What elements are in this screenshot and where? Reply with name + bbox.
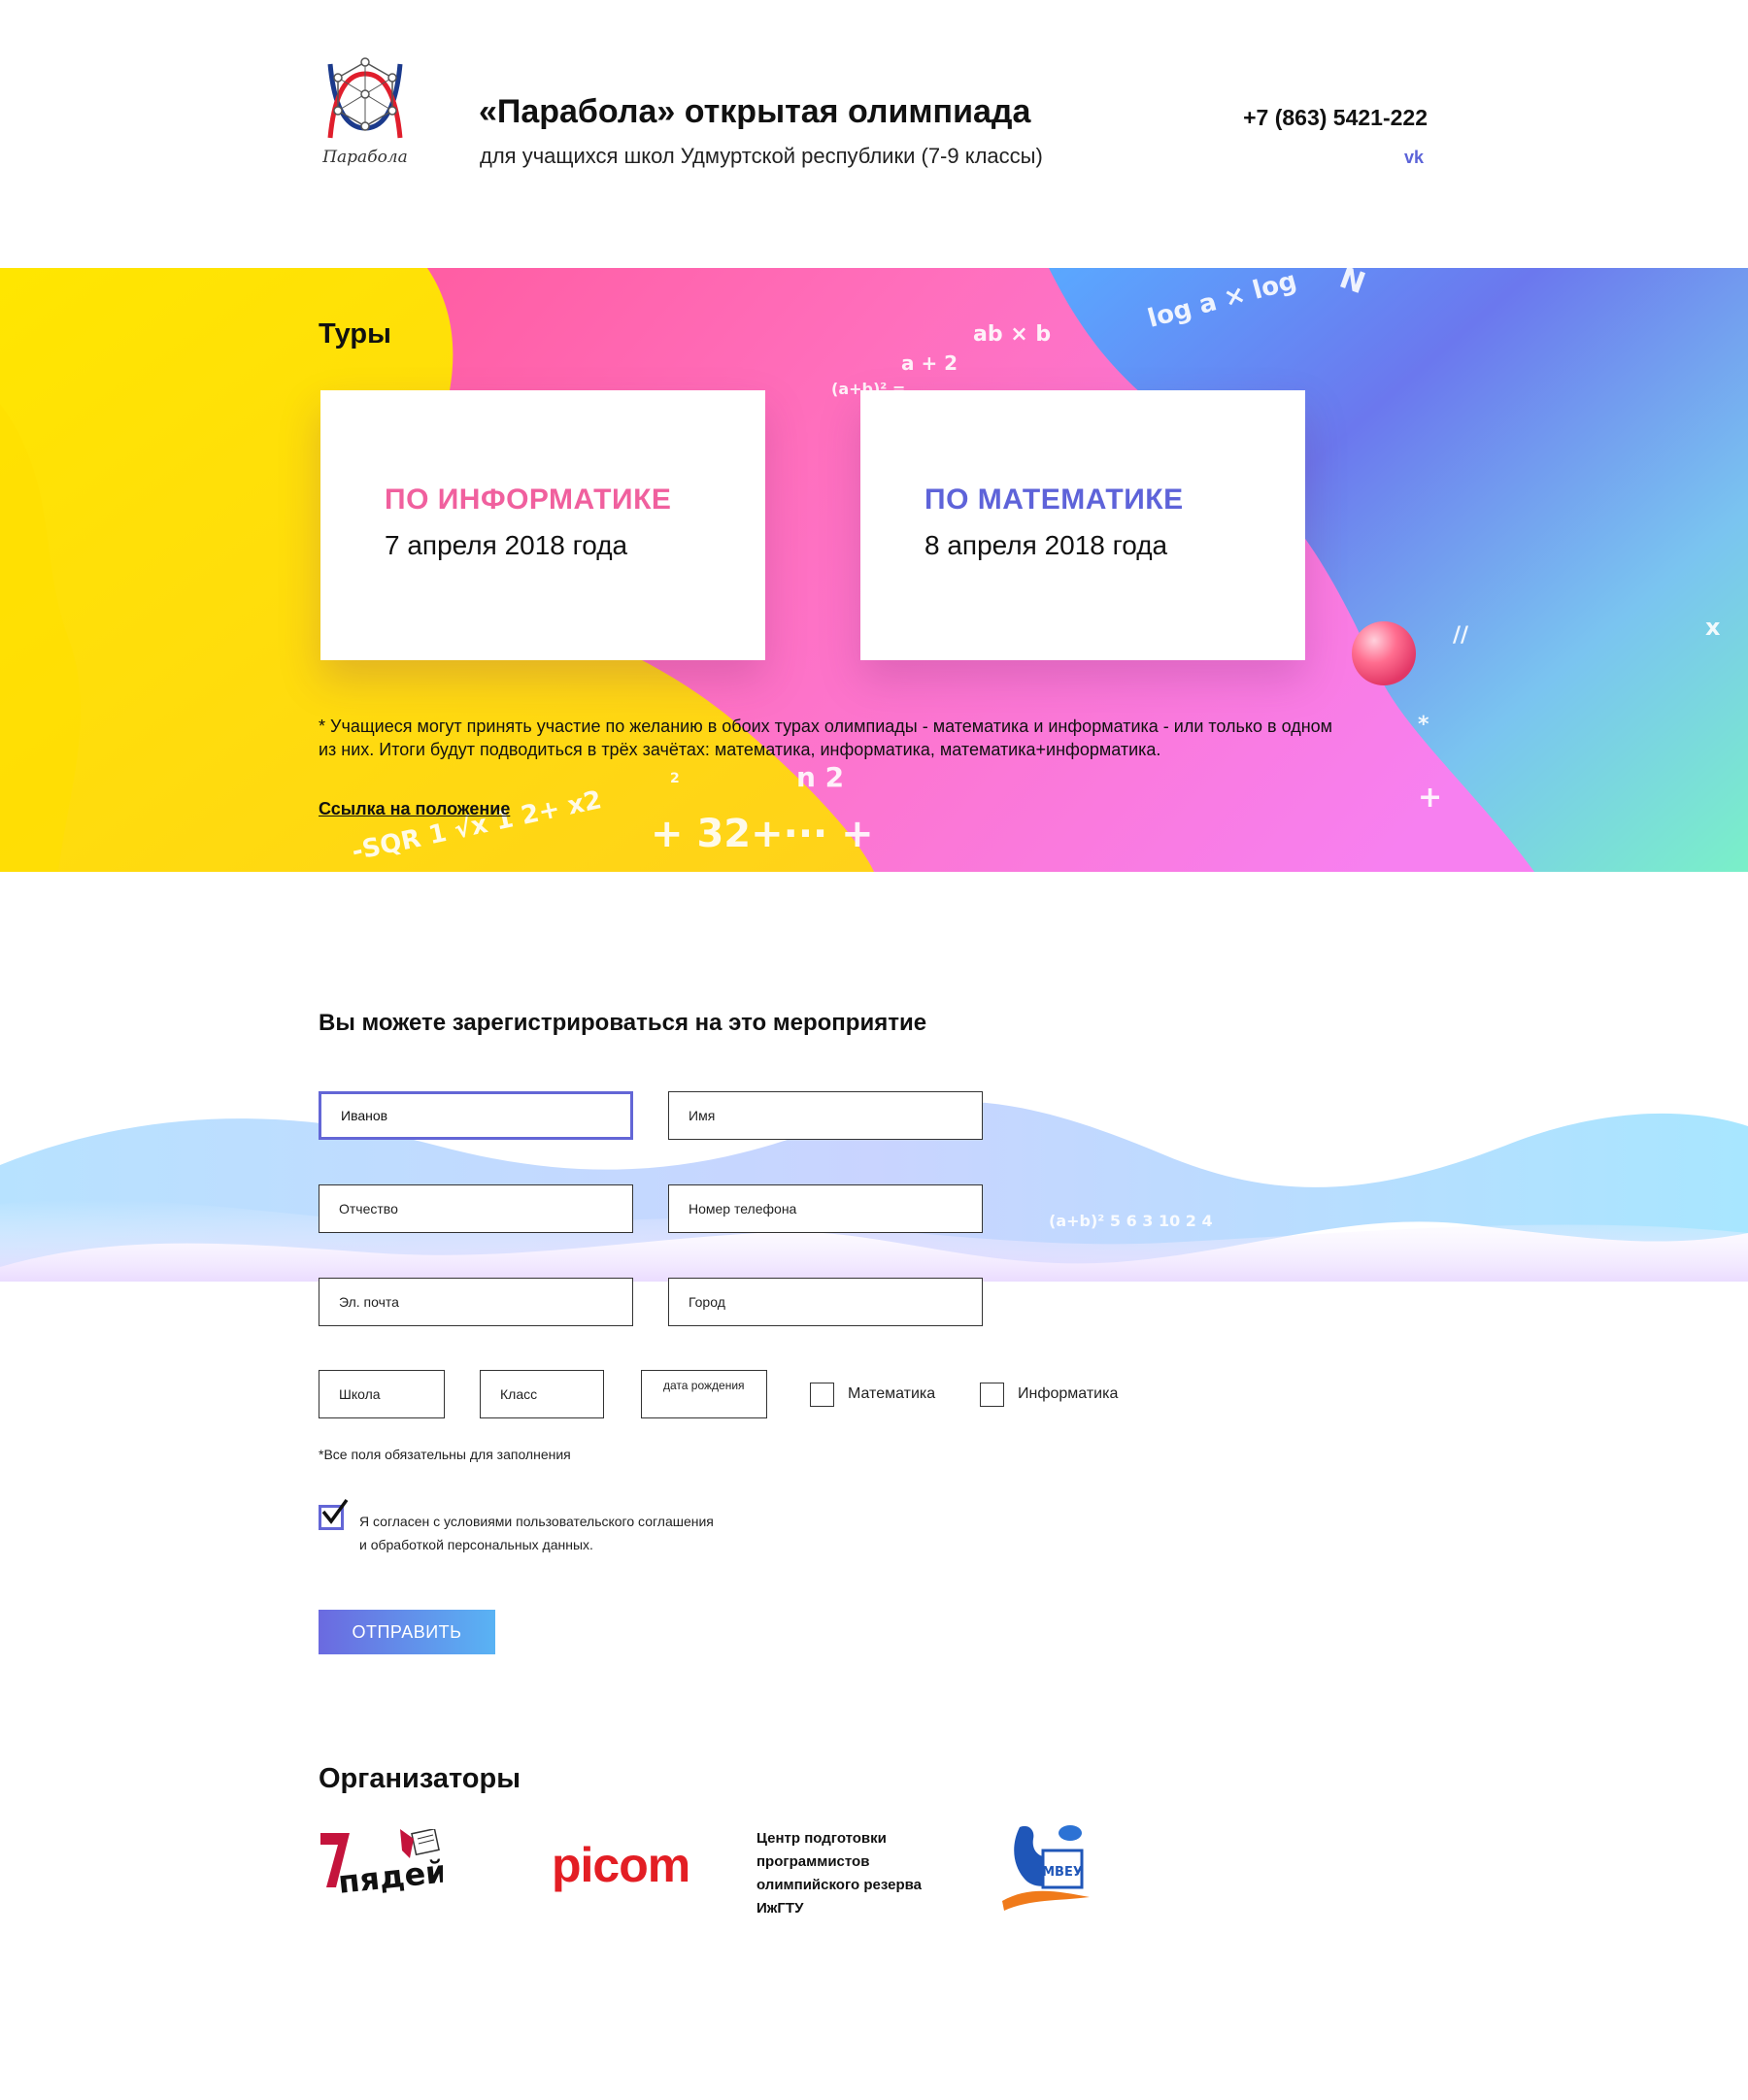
deco-formula: 2	[670, 771, 680, 786]
parabola-logo[interactable]: Парабола	[317, 52, 414, 177]
tour-date: 7 апреля 2018 года	[385, 530, 628, 560]
tours-note: * Учащиеся могут принять участие по жела…	[319, 717, 1333, 759]
regulation-link[interactable]: Ссылка на положение	[319, 799, 510, 819]
agreement-checkbox[interactable]	[319, 1498, 349, 1530]
deco-formula: ab × b	[973, 322, 1052, 347]
deco-formula: +	[1418, 781, 1443, 815]
surname-field[interactable]	[319, 1091, 633, 1140]
deco-formula: n 2	[796, 761, 845, 793]
agreement-line: Я согласен с условиями пользовательского…	[359, 1514, 714, 1529]
tour-name: ПО МАТЕМАТИКЕ	[924, 483, 1184, 516]
center-line: Центр подготовки	[756, 1830, 887, 1847]
mveu-logo[interactable]: МВЕУ	[1000, 1817, 1090, 1915]
deco-formula: x	[1705, 614, 1721, 641]
mveu-logo-icon: МВЕУ	[1002, 1825, 1090, 1911]
agreement-line: и обработкой персональных данных.	[359, 1537, 593, 1552]
logo-caption: Парабола	[322, 148, 408, 167]
tour-date: 8 апреля 2018 года	[924, 530, 1168, 560]
required-note: *Все поля обязательны для заполнения	[319, 1447, 571, 1462]
center-line: программистов	[756, 1853, 870, 1870]
patronymic-field[interactable]	[319, 1184, 633, 1233]
agreement-text: Я согласен с условиями пользовательского…	[359, 1510, 714, 1556]
tour-card-informatics[interactable]: ПО ИНФОРМАТИКЕ 7 апреля 2018 года	[320, 390, 765, 660]
olympiad-center-logo[interactable]: Центр подготовки программистов олимпийск…	[756, 1827, 951, 1920]
7-pyadey-logo[interactable]: пядей	[317, 1827, 449, 1901]
registration-title: Вы можете зарегистрироваться на это меро…	[319, 1010, 927, 1036]
7-pyadey-logo-icon: пядей	[320, 1827, 449, 1901]
checkmark-icon	[321, 1498, 349, 1524]
submit-button[interactable]: ОТПРАВИТЬ	[319, 1610, 495, 1654]
center-line: олимпийского резерва	[756, 1877, 922, 1893]
vk-icon[interactable]: vk	[1404, 148, 1424, 168]
informatics-checkbox-label: Информатика	[1018, 1385, 1119, 1402]
informatics-checkbox[interactable]	[980, 1383, 1004, 1407]
picom-logo[interactable]: picom	[552, 1837, 690, 1893]
birth-date-field[interactable]: дата рождения	[641, 1370, 767, 1418]
tours-title: Туры	[319, 318, 391, 350]
tour-card-math[interactable]: ПО МАТЕМАТИКЕ 8 апреля 2018 года	[860, 390, 1305, 660]
svg-text:МВЕУ: МВЕУ	[1042, 1865, 1083, 1880]
tours-banner: (a+b)² = a + 2 ab × b log a × log N x //…	[0, 268, 1748, 872]
school-field[interactable]	[319, 1370, 445, 1418]
page-title: «Парабола» открытая олимпиада	[479, 93, 1031, 130]
svg-text:пядей: пядей	[336, 1852, 443, 1897]
deco-formula: *	[1418, 713, 1429, 737]
math-checkbox-label: Математика	[848, 1385, 936, 1402]
phone-field[interactable]	[668, 1184, 983, 1233]
center-line: ИжГТУ	[756, 1900, 804, 1917]
math-checkbox[interactable]	[810, 1383, 834, 1407]
name-field[interactable]	[668, 1091, 983, 1140]
deco-formula: + 32+··· +	[651, 812, 874, 856]
grade-field[interactable]	[480, 1370, 604, 1418]
organizers-title: Организаторы	[319, 1763, 521, 1794]
email-field[interactable]	[319, 1278, 633, 1326]
city-field[interactable]	[668, 1278, 983, 1326]
phone-number[interactable]: +7 (863) 5421-222	[1243, 105, 1428, 131]
deco-formula: a + 2	[901, 351, 958, 375]
parabola-logo-icon	[327, 57, 403, 139]
page-subtitle: для учащихся школ Удмуртской республики …	[480, 144, 1043, 168]
tour-name: ПО ИНФОРМАТИКЕ	[385, 483, 672, 516]
deco-formula: (a+b)² 5 6 3 10 2 4	[1049, 1212, 1213, 1230]
deco-formula: //	[1453, 623, 1469, 648]
